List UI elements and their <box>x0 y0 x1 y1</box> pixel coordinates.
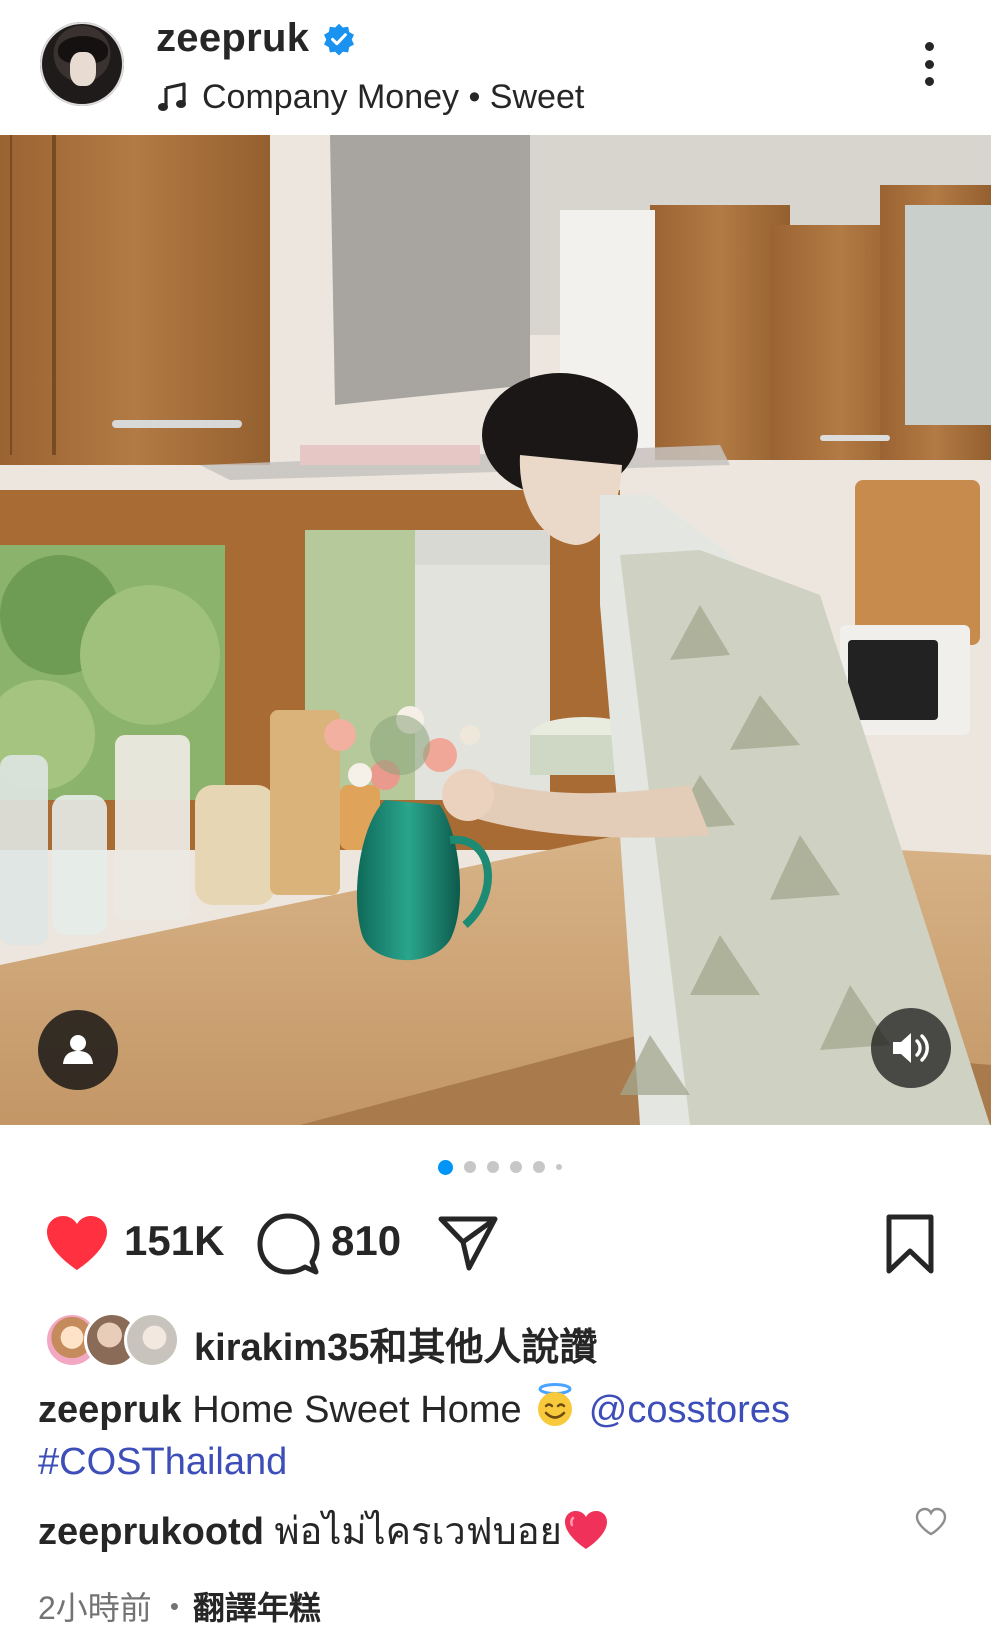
comment-like-heart-icon[interactable] <box>914 1507 948 1537</box>
meta-separator: • <box>169 1590 179 1621</box>
smiling-face-with-halo-icon <box>538 1383 573 1426</box>
heart-filled-icon[interactable] <box>44 1213 110 1273</box>
more-dot-icon <box>924 59 934 69</box>
translate-link[interactable]: 翻譯年糕 <box>193 1583 321 1629</box>
verified-badge-icon <box>324 23 354 56</box>
carousel-indicator <box>438 1158 562 1176</box>
user-tags-button[interactable] <box>38 1010 118 1090</box>
profile-avatar[interactable] <box>40 22 124 106</box>
liked-by-text[interactable]: kirakim35和其他人說讚 <box>194 1316 597 1371</box>
more-options-button[interactable] <box>914 40 944 88</box>
share-paper-plane-icon[interactable] <box>437 1214 499 1272</box>
speaker-icon <box>893 1033 929 1063</box>
sound-toggle-button[interactable] <box>871 1008 951 1088</box>
carousel-dot <box>533 1161 545 1173</box>
post-meta: 2小時前 • 翻譯年糕 <box>38 1583 321 1629</box>
post-timestamp: 2小時前 <box>38 1590 152 1626</box>
caption-username[interactable]: zeepruk <box>38 1389 182 1431</box>
more-dot-icon <box>924 42 934 51</box>
top-comment: zeeprukootd พ่อไม่ไครเวฟบอย <box>38 1500 610 1561</box>
bookmark-icon[interactable] <box>884 1213 936 1275</box>
comment-text: พ่อไม่ไครเวฟบอย <box>274 1511 562 1553</box>
caption-mention-link[interactable]: @cosstores <box>589 1389 790 1431</box>
avatar-face <box>70 52 96 86</box>
post-header: zeepruk Company Money • Sweet <box>0 0 991 135</box>
carousel-dot <box>556 1164 562 1170</box>
more-dot-icon <box>924 77 934 86</box>
post-username[interactable]: zeepruk <box>156 16 309 61</box>
comment-icon[interactable] <box>256 1212 320 1276</box>
carousel-dot <box>464 1161 476 1173</box>
red-heart-emoji-icon <box>564 1511 607 1549</box>
likers-avatars[interactable] <box>44 1312 180 1370</box>
caption-text: Home Sweet Home <box>192 1389 522 1431</box>
caption-hashtag-link[interactable]: #COSThailand <box>38 1441 287 1483</box>
post-caption: zeepruk Home Sweet Home @cosstores #COST… <box>38 1382 938 1488</box>
post-photo[interactable] <box>0 135 991 1125</box>
music-note-icon <box>158 82 186 111</box>
kitchen-photo-illustration <box>0 135 991 1125</box>
audio-attribution[interactable]: Company Money • Sweet <box>156 75 584 119</box>
carousel-dot-active <box>438 1159 453 1175</box>
like-count[interactable]: 151K <box>124 1217 224 1265</box>
comment-count[interactable]: 810 <box>331 1217 401 1265</box>
person-icon <box>63 1035 93 1064</box>
music-label: Company Money • Sweet <box>202 77 585 116</box>
liker-avatar <box>124 1312 180 1368</box>
comment-username[interactable]: zeeprukootd <box>38 1511 264 1553</box>
carousel-dot <box>510 1161 522 1173</box>
carousel-dot <box>487 1161 499 1173</box>
